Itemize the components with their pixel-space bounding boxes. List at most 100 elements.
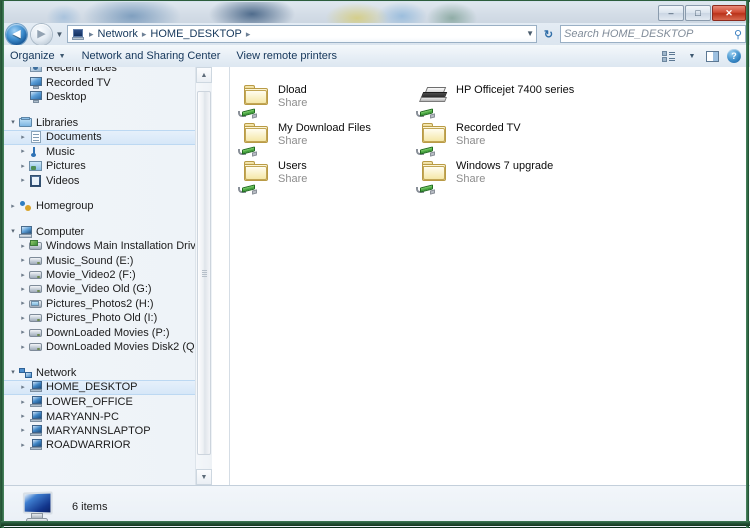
- file-list-item[interactable]: Windows 7 upgrade Share: [416, 157, 553, 197]
- twisty-expanded-icon[interactable]: ▾: [8, 369, 18, 376]
- nav-group-spacer: [2, 354, 212, 365]
- help-button[interactable]: ?: [724, 47, 744, 65]
- preview-pane-button[interactable]: [702, 47, 722, 65]
- breadcrumb-network[interactable]: Network: [96, 28, 140, 40]
- file-item-name: Recorded TV: [456, 122, 521, 134]
- sidebar-item-videos[interactable]: ▸ Videos: [2, 174, 212, 188]
- network-computer-icon: [29, 439, 43, 451]
- maximize-button[interactable]: □: [685, 5, 711, 21]
- twisty-collapsed-icon[interactable]: ▸: [18, 177, 28, 184]
- sidebar-item-desktop[interactable]: Desktop: [2, 90, 212, 104]
- sidebar-item-pictures-photo-old-i[interactable]: ▸ Pictures_Photo Old (I:): [2, 311, 212, 325]
- sidebar-item-windows-main-installation-drive-c[interactable]: ▸ Windows Main Installation Drive (C:): [2, 239, 212, 253]
- twisty-collapsed-icon[interactable]: ▸: [18, 413, 28, 420]
- sidebar-item-lower-office[interactable]: ▸ LOWER_OFFICE: [2, 395, 212, 409]
- network-icon: [19, 367, 33, 379]
- network-sharing-center-button[interactable]: Network and Sharing Center: [74, 46, 229, 66]
- breadcrumb-separator[interactable]: ▸: [244, 29, 253, 40]
- twisty-collapsed-icon[interactable]: ▸: [18, 243, 28, 250]
- file-list-item[interactable]: Users Share: [238, 157, 307, 197]
- address-bar[interactable]: ▸ Network ▸ HOME_DESKTOP ▸ ▼: [67, 25, 537, 43]
- breadcrumb-separator: ▸: [89, 28, 94, 39]
- forward-button[interactable]: ▶: [31, 23, 52, 45]
- sidebar-item-pictures-photos2-h[interactable]: ▸ Pictures_Photos2 (H:): [2, 297, 212, 311]
- navigation-pane[interactable]: Recent Places Recorded TV Desktop ▾ Librarie…: [2, 67, 212, 485]
- file-list-item[interactable]: Recorded TV Share: [416, 119, 521, 159]
- sidebar-item-libraries[interactable]: ▾ Libraries: [2, 115, 212, 129]
- twisty-collapsed-icon[interactable]: ▸: [18, 148, 28, 155]
- file-item-name: Windows 7 upgrade: [456, 160, 554, 172]
- minimize-button[interactable]: –: [658, 5, 684, 21]
- sidebar-item-music-sound-e[interactable]: ▸ Music_Sound (E:): [2, 253, 212, 267]
- twisty-collapsed-icon[interactable]: ▸: [18, 442, 28, 449]
- sidebar-item-roadwarrior[interactable]: ▸ ROADWARRIOR: [2, 438, 212, 452]
- sidebar-item-documents[interactable]: ▸ Documents: [2, 129, 212, 145]
- scrollbar-grip-icon: [201, 269, 207, 277]
- sidebar-item-recorded-tv[interactable]: Recorded TV: [2, 75, 212, 89]
- sidebar-item-network[interactable]: ▾ Network: [2, 365, 212, 379]
- twisty-collapsed-icon[interactable]: ▸: [18, 399, 28, 406]
- window-bottom-edge: [1, 521, 750, 526]
- sidebar-item-computer[interactable]: ▾ Computer: [2, 225, 212, 239]
- twisty-collapsed-icon[interactable]: ▸: [18, 257, 28, 264]
- twisty-expanded-icon[interactable]: ▾: [8, 228, 18, 235]
- scroll-down-button[interactable]: ▼: [196, 469, 212, 485]
- twisty-collapsed-icon[interactable]: ▸: [18, 344, 28, 351]
- change-view-dropdown[interactable]: ▼: [680, 47, 700, 65]
- sidebar-item-homegroup[interactable]: ▸ Homegroup: [2, 199, 212, 213]
- twisty-collapsed-icon[interactable]: ▸: [18, 315, 28, 322]
- sidebar-item-recent-places[interactable]: Recent Places: [2, 67, 212, 75]
- twisty-collapsed-icon[interactable]: ▸: [18, 272, 28, 279]
- twisty-collapsed-icon[interactable]: ▸: [18, 300, 28, 307]
- sidebar-item-pictures[interactable]: ▸ Pictures: [2, 159, 212, 173]
- shared-folder-icon: [238, 121, 274, 157]
- file-list-item[interactable]: Dload Share: [238, 81, 307, 121]
- twisty-collapsed-icon[interactable]: ▸: [18, 427, 28, 434]
- back-button[interactable]: ◀: [6, 23, 27, 45]
- scrollbar-thumb[interactable]: [197, 91, 211, 455]
- file-list-view[interactable]: Dload Share My Download Files Share Users Sha…: [229, 67, 750, 485]
- network-computer-icon: [29, 424, 43, 437]
- sidebar-item-home-desktop[interactable]: ▸ HOME_DESKTOP: [2, 379, 212, 395]
- sidebar-item-movie-video2-f[interactable]: ▸ Movie_Video2 (F:): [2, 268, 212, 282]
- refresh-button[interactable]: ↻: [538, 24, 559, 45]
- sidebar-item-label: MARYANNSLAPTOP: [46, 424, 151, 437]
- file-item-name: HP Officejet 7400 series: [456, 84, 575, 96]
- file-item-name: Users: [278, 160, 307, 172]
- twisty-collapsed-icon[interactable]: ▸: [18, 163, 28, 170]
- network-computer-icon: [29, 410, 43, 423]
- sidebar-item-label: Pictures: [46, 160, 86, 173]
- file-list-item[interactable]: HP Officejet 7400 series: [416, 81, 574, 121]
- maximize-icon: □: [695, 7, 701, 18]
- sidebar-item-maryannslaptop[interactable]: ▸ MARYANNSLAPTOP: [2, 424, 212, 438]
- drive-icon: [29, 269, 43, 281]
- search-input[interactable]: Search HOME_DESKTOP ⚲: [560, 25, 746, 43]
- view-remote-printers-button[interactable]: View remote printers: [228, 46, 345, 66]
- twisty-collapsed-icon[interactable]: ▸: [8, 203, 18, 210]
- navigation-scrollbar[interactable]: ▲ ▼: [195, 67, 212, 485]
- twisty-expanded-icon[interactable]: ▾: [8, 119, 18, 126]
- sidebar-item-downloaded-movies-disk2-q[interactable]: ▸ DownLoaded Movies Disk2 (Q:): [2, 340, 212, 354]
- twisty-collapsed-icon[interactable]: ▸: [18, 286, 28, 293]
- sidebar-item-music[interactable]: ▸ Music: [2, 145, 212, 159]
- sidebar-item-downloaded-movies-p[interactable]: ▸ DownLoaded Movies (P:): [2, 326, 212, 340]
- twisty-collapsed-icon[interactable]: ▸: [18, 329, 28, 336]
- file-list-item[interactable]: My Download Files Share: [238, 119, 371, 159]
- address-dropdown-icon[interactable]: ▼: [526, 29, 534, 38]
- twisty-collapsed-icon[interactable]: ▸: [18, 134, 28, 141]
- sidebar-item-maryann-pc[interactable]: ▸ MARYANN-PC: [2, 409, 212, 423]
- sidebar-item-movie-video-old-g[interactable]: ▸ Movie_Video Old (G:): [2, 282, 212, 296]
- search-placeholder: Search HOME_DESKTOP: [564, 28, 694, 40]
- sidebar-item-label: Desktop: [46, 91, 87, 104]
- twisty-collapsed-icon[interactable]: ▸: [18, 384, 28, 391]
- scroll-up-button[interactable]: ▲: [196, 67, 212, 83]
- sidebar-item-label: Network: [36, 366, 77, 379]
- breadcrumb-home-desktop[interactable]: HOME_DESKTOP: [148, 28, 244, 40]
- network-computer-icon: [29, 381, 43, 393]
- close-button[interactable]: ✕: [712, 5, 746, 21]
- change-view-button[interactable]: [658, 47, 678, 65]
- sidebar-item-label: Music: [46, 145, 75, 158]
- recent-pages-button[interactable]: ▼: [53, 24, 66, 44]
- drive-icon: [29, 255, 43, 267]
- organize-button[interactable]: Organize ▼: [2, 46, 74, 66]
